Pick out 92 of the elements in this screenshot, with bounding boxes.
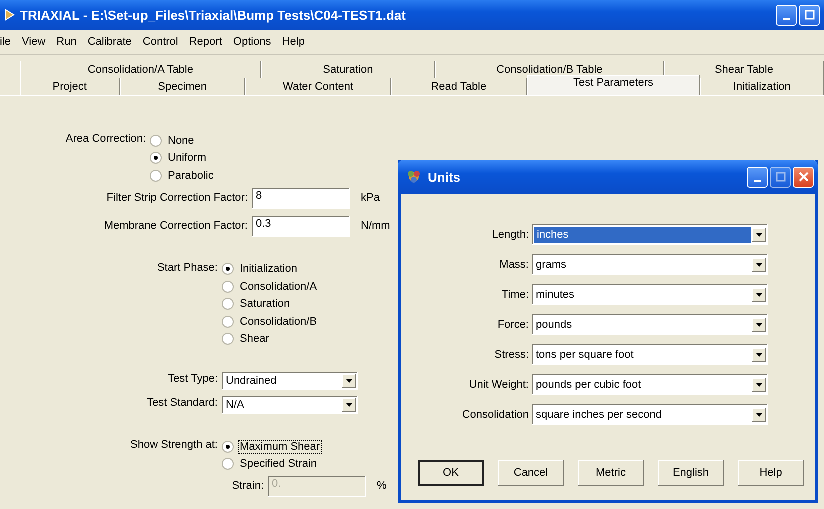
maximize-button[interactable] bbox=[799, 4, 820, 26]
radio-label[interactable]: Uniform bbox=[166, 151, 209, 166]
radio-button[interactable] bbox=[150, 170, 162, 182]
dropdown[interactable]: inches bbox=[532, 224, 768, 245]
dropdown[interactable]: pounds per cubic foot bbox=[532, 374, 768, 395]
field-label: Length: bbox=[491, 228, 529, 240]
dialog-title: Units bbox=[428, 170, 462, 184]
close-icon bbox=[798, 172, 808, 182]
dropdown[interactable]: pounds bbox=[532, 314, 768, 335]
radio-button[interactable] bbox=[222, 263, 234, 276]
field-label: Mass: bbox=[498, 258, 529, 270]
dialog-button[interactable]: Help bbox=[738, 460, 804, 486]
menu-item[interactable]: ile bbox=[0, 36, 12, 48]
dropdown-arrow-icon bbox=[756, 382, 762, 386]
radio-label[interactable]: Maximum Shear bbox=[238, 440, 322, 454]
minimize-icon bbox=[783, 18, 790, 20]
dropdown[interactable]: square inches per second bbox=[532, 404, 768, 425]
field-label: Area Correction: bbox=[64, 132, 147, 145]
field-label: Start Phase: bbox=[156, 260, 219, 274]
field-label: Filter Strip Correction Factor: bbox=[106, 190, 249, 204]
field-label: Force: bbox=[496, 318, 529, 330]
menu-item[interactable]: Help bbox=[282, 36, 305, 48]
menu-item[interactable]: Control bbox=[142, 36, 178, 48]
menu-item[interactable]: Calibrate bbox=[88, 36, 132, 48]
radio-button[interactable] bbox=[150, 134, 162, 147]
radio-button[interactable] bbox=[222, 458, 234, 470]
minimize-icon bbox=[754, 180, 761, 182]
dropdown-arrow-icon bbox=[756, 292, 762, 296]
dialog-button[interactable]: OK bbox=[418, 460, 484, 486]
radio-label[interactable]: Saturation bbox=[238, 297, 292, 312]
menu-item[interactable]: View bbox=[22, 36, 46, 48]
dropdown-arrow-icon bbox=[756, 352, 762, 356]
dropdown-arrow-icon bbox=[346, 379, 352, 383]
app-icon bbox=[4, 8, 16, 22]
field-label: Unit Weight: bbox=[468, 378, 529, 390]
menu-item[interactable]: Report bbox=[189, 36, 222, 48]
radio-button[interactable] bbox=[222, 298, 234, 310]
radio-button[interactable] bbox=[222, 280, 234, 293]
field-label: Consolidation bbox=[461, 408, 529, 420]
tab[interactable]: Water Content bbox=[245, 78, 392, 95]
radio-label[interactable]: Shear bbox=[238, 332, 272, 346]
field-label: Test Type: bbox=[167, 372, 219, 385]
field-label: Membrane Correction Factor: bbox=[103, 218, 249, 232]
minimize-button[interactable] bbox=[776, 4, 797, 26]
unit-label: % bbox=[376, 479, 387, 492]
input-field[interactable]: 8 bbox=[252, 188, 350, 208]
dropdown-arrow-icon bbox=[346, 403, 352, 407]
maximize-icon bbox=[804, 10, 814, 20]
field-label: Strain: bbox=[231, 479, 265, 492]
radio-button[interactable] bbox=[222, 316, 234, 328]
menu-item[interactable]: Run bbox=[56, 36, 77, 48]
minimize-button[interactable] bbox=[747, 166, 768, 188]
app-icon bbox=[406, 169, 422, 185]
radio-button[interactable] bbox=[222, 440, 234, 453]
field-label: Stress: bbox=[494, 348, 529, 360]
dialog-button[interactable]: Cancel bbox=[498, 460, 564, 486]
radio-label[interactable]: None bbox=[166, 134, 196, 148]
dropdown-arrow-icon bbox=[756, 412, 762, 416]
field-label: Show Strength at: bbox=[130, 438, 219, 451]
dropdown[interactable]: N/A bbox=[222, 396, 358, 414]
unit-label: kPa bbox=[360, 190, 380, 204]
field-label: Time: bbox=[500, 288, 529, 300]
tab[interactable]: Test Parameters bbox=[526, 75, 700, 95]
tab[interactable]: Saturation bbox=[261, 61, 435, 78]
dialog-button[interactable]: Metric bbox=[578, 460, 644, 486]
tab[interactable]: Specimen bbox=[120, 78, 246, 95]
maximize-button[interactable] bbox=[770, 166, 791, 188]
radio-label[interactable]: Consolidation/A bbox=[238, 280, 320, 294]
radio-label[interactable]: Specified Strain bbox=[238, 457, 320, 472]
dropdown[interactable]: Undrained bbox=[222, 372, 358, 390]
dropdown[interactable]: tons per square foot bbox=[532, 344, 768, 365]
dropdown-arrow-icon bbox=[756, 322, 762, 326]
tab[interactable]: Initialization bbox=[700, 78, 824, 95]
input-field[interactable]: 0.3 bbox=[252, 216, 350, 236]
maximize-icon bbox=[776, 172, 786, 182]
tab[interactable]: Consolidation/A Table bbox=[20, 61, 262, 78]
dropdown[interactable]: minutes bbox=[532, 284, 768, 305]
radio-button[interactable] bbox=[150, 152, 162, 164]
field-label: Test Standard: bbox=[146, 396, 219, 409]
close-button[interactable] bbox=[793, 166, 814, 188]
unit-label: N/mm bbox=[360, 218, 390, 232]
radio-label[interactable]: Initialization bbox=[238, 262, 300, 276]
dialog-button[interactable]: English bbox=[658, 460, 724, 486]
dropdown[interactable]: grams bbox=[532, 254, 768, 275]
tab[interactable]: Project bbox=[20, 78, 120, 95]
dropdown-arrow-icon bbox=[756, 262, 762, 266]
radio-label[interactable]: Consolidation/B bbox=[238, 314, 320, 329]
radio-button[interactable] bbox=[222, 333, 234, 346]
menu-item[interactable]: Options bbox=[233, 36, 272, 48]
window-title: TRIAXIAL - E:\Set-up_Files\Triaxial\Bump Tests\C04-TEST1.dat bbox=[20, 8, 407, 22]
radio-label[interactable]: Parabolic bbox=[166, 168, 216, 183]
dropdown-arrow-icon bbox=[756, 232, 762, 236]
